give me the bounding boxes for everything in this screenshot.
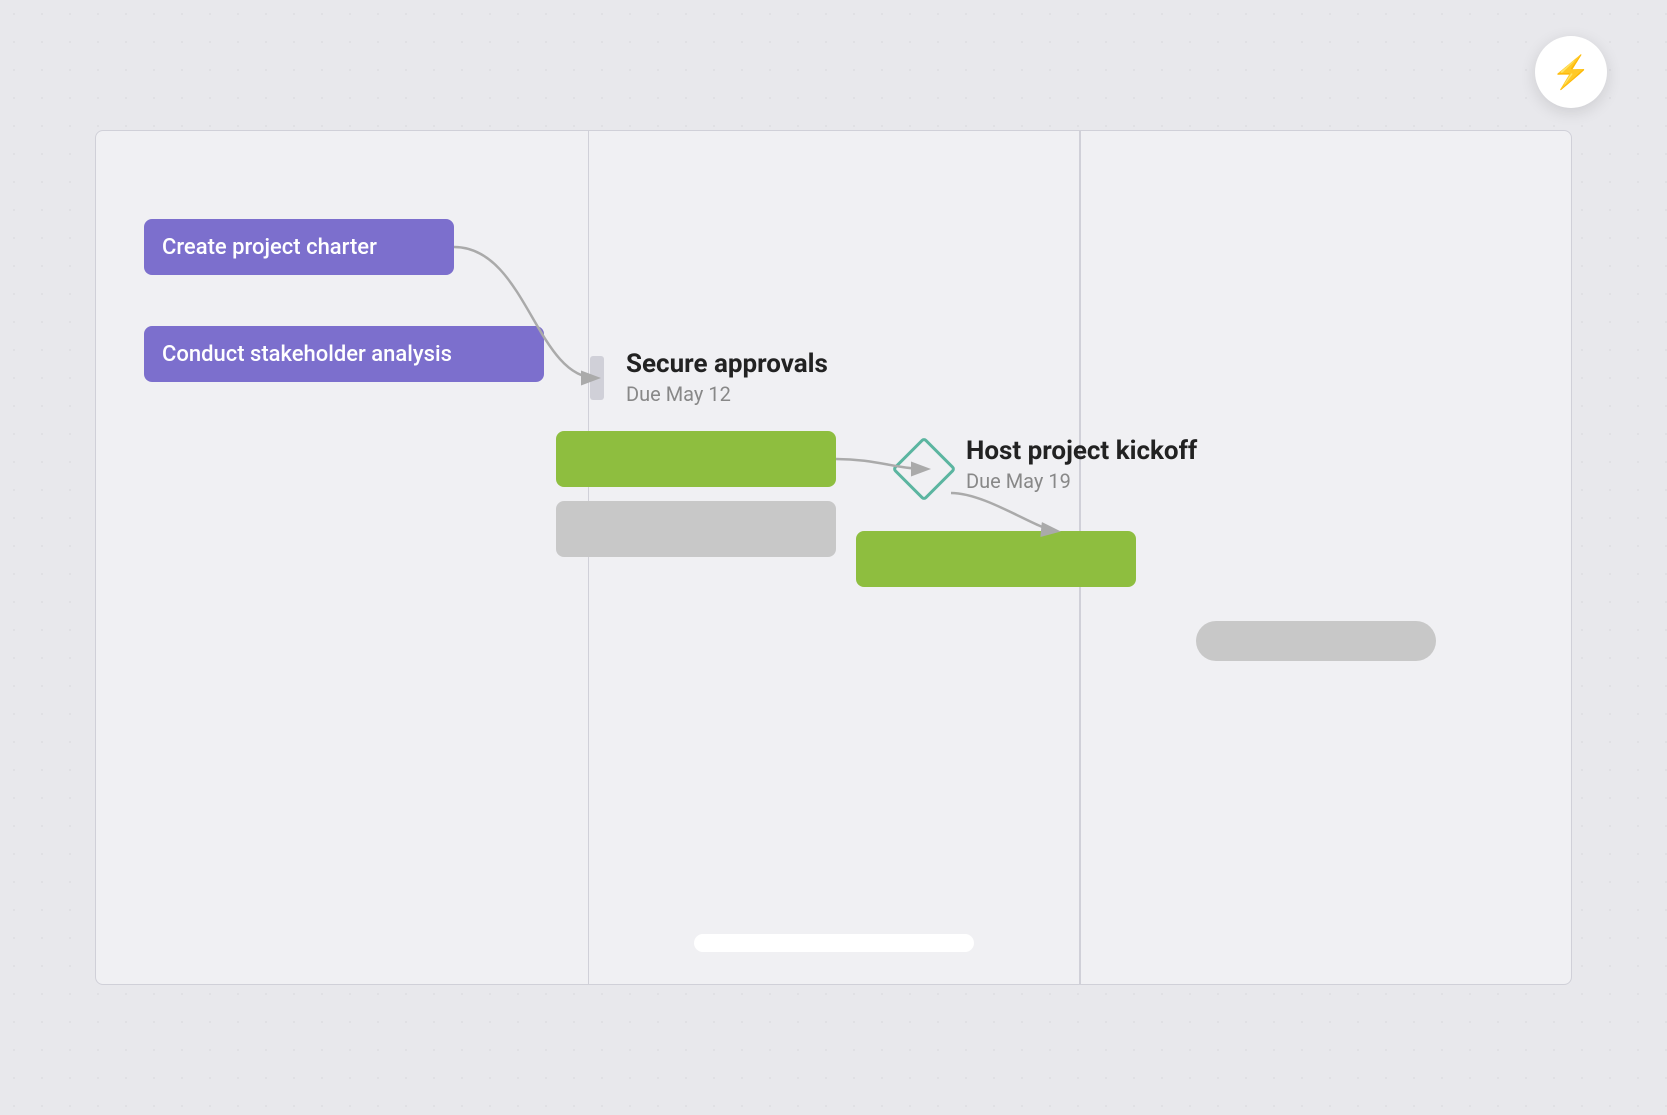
grid-line-1 <box>588 131 590 984</box>
host-kickoff-title: Host project kickoff <box>966 436 1197 466</box>
host-kickoff-due: Due May 19 <box>966 469 1197 493</box>
lightning-icon: ⚡ <box>1551 53 1591 91</box>
task-host-kickoff-label: Host project kickoff Due May 19 <box>966 436 1197 493</box>
milestone-host-kickoff <box>891 436 956 501</box>
gantt-chart: Create project charter Conduct stakehold… <box>95 130 1572 985</box>
task-create-charter-label: Create project charter <box>162 235 377 260</box>
task-secure-approvals-label: Secure approvals Due May 12 <box>626 349 828 406</box>
horizontal-scrollbar[interactable] <box>694 934 974 952</box>
task-conduct-stakeholder-analysis[interactable]: Conduct stakeholder analysis <box>144 326 544 382</box>
task-stakeholder-label: Conduct stakeholder analysis <box>162 342 452 367</box>
task-green-bar-2[interactable] <box>856 531 1136 587</box>
task-gray-bar-2[interactable] <box>1196 621 1436 661</box>
task-gray-bar-1[interactable] <box>556 501 836 557</box>
task-create-project-charter[interactable]: Create project charter <box>144 219 454 275</box>
lightning-button[interactable]: ⚡ <box>1535 36 1607 108</box>
secure-approvals-title: Secure approvals <box>626 349 828 379</box>
connector-pin <box>590 356 604 400</box>
secure-approvals-due: Due May 12 <box>626 382 828 406</box>
task-green-bar-1[interactable] <box>556 431 836 487</box>
